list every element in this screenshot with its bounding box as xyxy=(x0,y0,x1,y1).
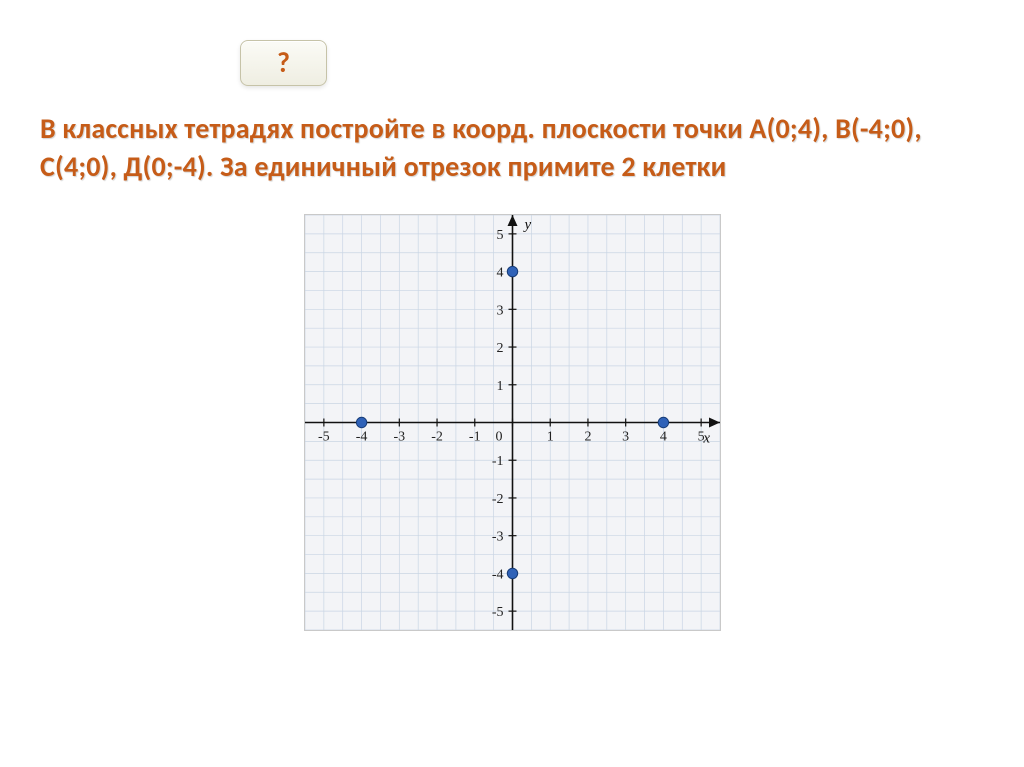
plotted-point xyxy=(658,417,668,427)
problem-line-2: С(4;0), Д(0;-4). За единичный отрезок пр… xyxy=(40,149,726,184)
problem-line-1: В классных тетрадях постройте в коорд. п… xyxy=(40,111,922,146)
x-axis-label: x xyxy=(702,430,710,446)
y-tick-label: 1 xyxy=(496,378,503,393)
coordinate-grid-svg: -5-4-3-2-1012345-5-4-3-2-112345xy xyxy=(305,215,720,630)
y-tick-label: -2 xyxy=(491,492,503,507)
coordinate-grid: -5-4-3-2-1012345-5-4-3-2-112345xy xyxy=(304,214,721,631)
x-tick-label: 0 xyxy=(495,429,502,444)
x-tick-label: -2 xyxy=(431,429,443,444)
x-tick-label: 4 xyxy=(659,429,666,444)
y-tick-label: 5 xyxy=(496,227,503,242)
y-axis-label: y xyxy=(522,217,531,233)
x-tick-label: -3 xyxy=(393,429,405,444)
x-tick-label: 2 xyxy=(584,429,591,444)
y-tick-label: -4 xyxy=(491,567,503,582)
y-tick-label: 4 xyxy=(496,265,503,280)
x-tick-label: 1 xyxy=(546,429,553,444)
help-button[interactable]: ? xyxy=(240,40,327,86)
plotted-point xyxy=(507,266,517,276)
y-tick-label: 3 xyxy=(496,303,503,318)
x-tick-label: 3 xyxy=(622,429,629,444)
plotted-point xyxy=(356,417,366,427)
x-tick-label: -5 xyxy=(318,429,330,444)
y-tick-label: -3 xyxy=(491,529,503,544)
plotted-point xyxy=(507,568,517,578)
x-tick-label: -4 xyxy=(355,429,367,444)
problem-text: В классных тетрадях постройте в коорд. п… xyxy=(40,110,984,186)
y-tick-label: -1 xyxy=(491,454,503,469)
slide-root: ? В классных тетрадях постройте в коорд.… xyxy=(0,0,1024,767)
y-tick-label: 2 xyxy=(496,341,503,356)
y-tick-label: -5 xyxy=(491,605,503,620)
x-tick-label: -1 xyxy=(468,429,480,444)
